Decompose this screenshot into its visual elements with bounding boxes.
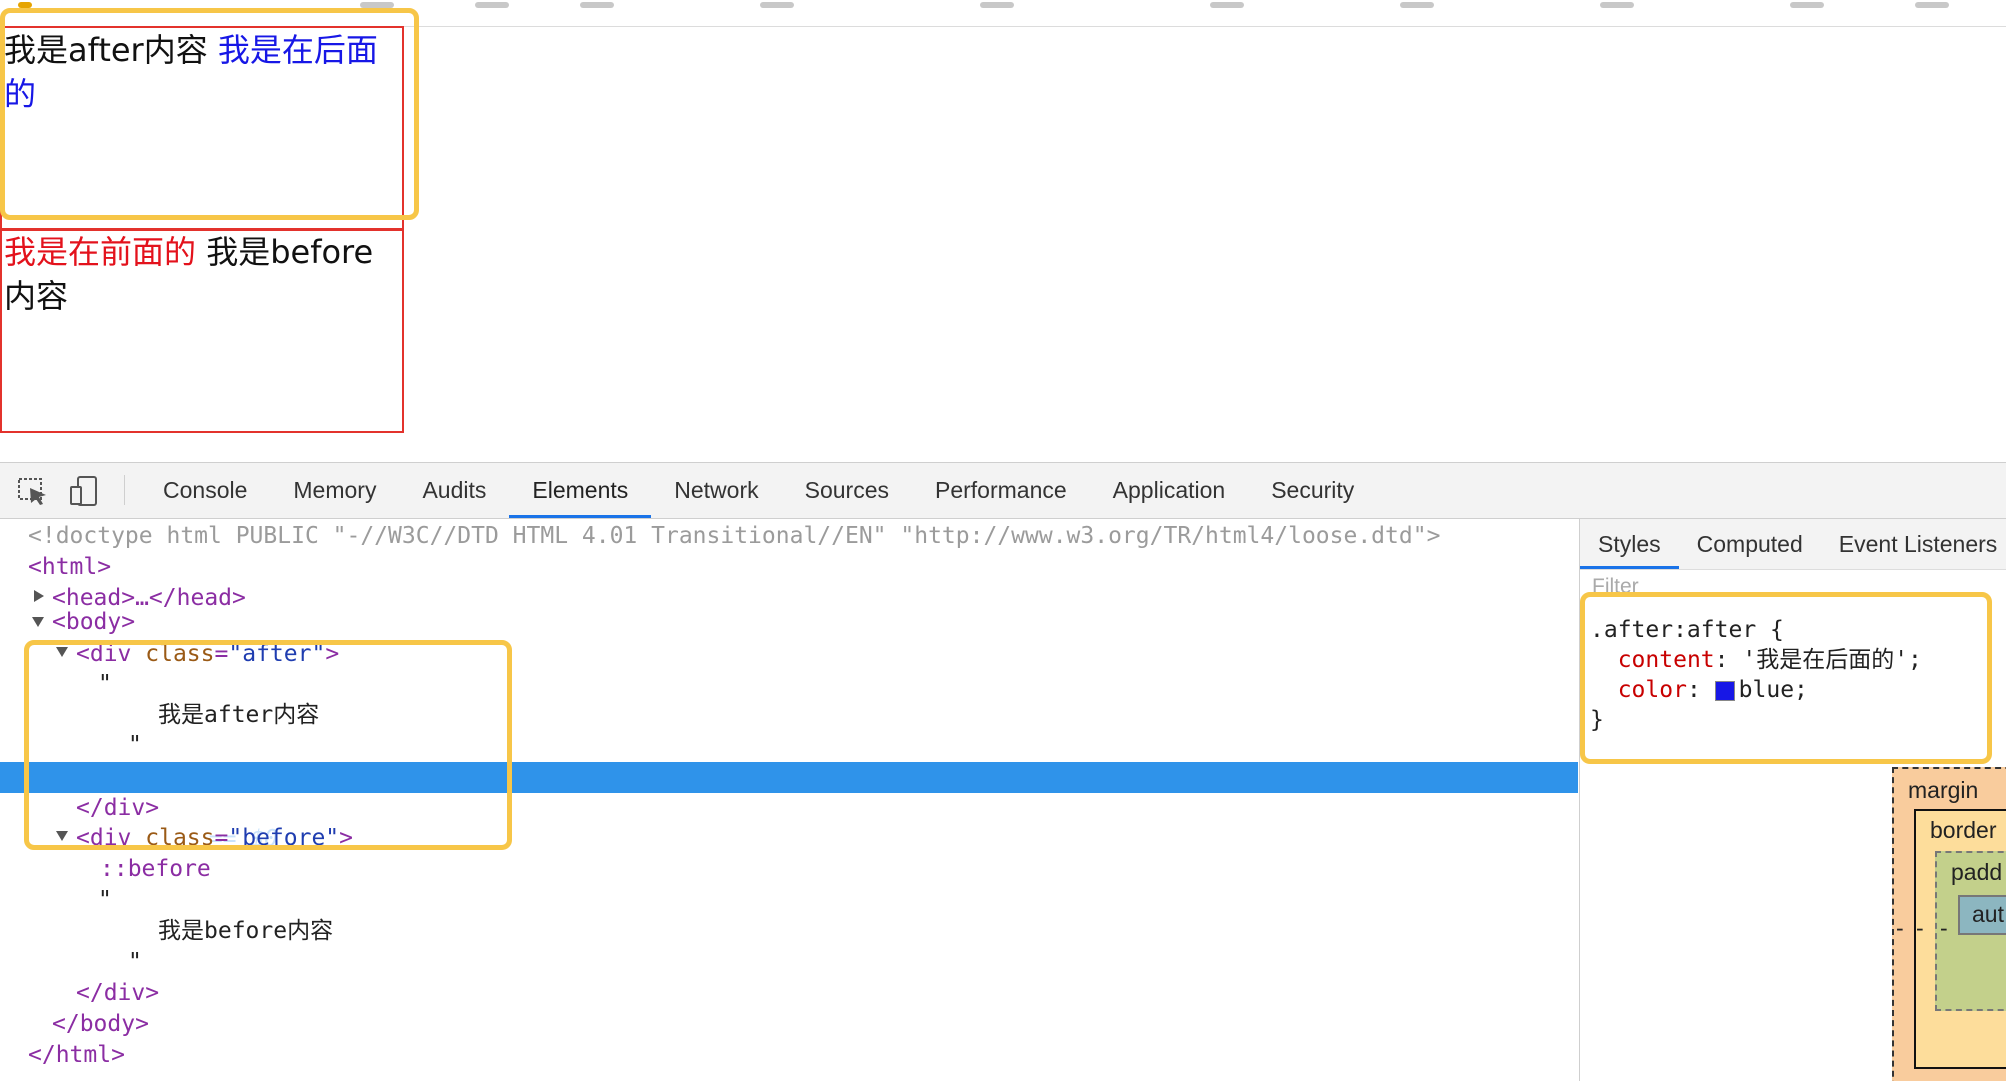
box-model-content-label: aut xyxy=(1972,901,2004,927)
dom-doctype-line[interactable]: <!doctype html PUBLIC "-//W3C//DTD HTML … xyxy=(28,521,1578,552)
bookmark-item[interactable] xyxy=(980,0,1014,10)
tab-performance[interactable]: Performance xyxy=(912,463,1090,518)
tab-computed[interactable]: Computed xyxy=(1679,519,1821,569)
bookmark-icon xyxy=(1790,2,1824,8)
dom-before-text-node[interactable]: 我是before内容 xyxy=(158,916,1578,947)
tab-memory[interactable]: Memory xyxy=(270,463,399,518)
bookmark-item[interactable] xyxy=(1210,0,1244,10)
bookmark-item[interactable] xyxy=(1600,0,1634,10)
tab-event-listeners[interactable]: Event Listeners xyxy=(1821,519,2006,569)
dom-quote-close-2: " xyxy=(128,949,142,975)
bookmark-icon xyxy=(1210,2,1244,8)
tab-audits[interactable]: Audits xyxy=(399,463,509,518)
tab-styles[interactable]: Styles xyxy=(1580,519,1679,569)
sidebar-tabs: Styles Computed Event Listeners xyxy=(1580,519,2006,570)
devtools-tabs: Console Memory Audits Elements Network S… xyxy=(140,463,1377,518)
dom-html-open-line[interactable]: <html> xyxy=(28,552,1578,583)
box-model-border-label: border xyxy=(1930,817,1997,843)
expand-head-icon[interactable] xyxy=(34,590,44,602)
before-demo-box: 我是在前面的 我是before内容 xyxy=(0,228,404,433)
box-model-margin-label: margin xyxy=(1908,777,1979,803)
before-demo-text: 我是在前面的 我是before内容 xyxy=(4,230,402,318)
tab-elements[interactable]: Elements xyxy=(509,463,652,518)
bookmark-item[interactable] xyxy=(1790,0,1824,10)
dom-quote-open-2: " xyxy=(98,887,112,913)
dom-before-pseudo-element[interactable]: ::before xyxy=(100,854,1578,885)
box-model-content[interactable]: aut xyxy=(1958,895,2006,935)
bookmark-icon xyxy=(980,2,1014,8)
bookmark-item[interactable] xyxy=(580,0,614,10)
device-toolbar-icon[interactable] xyxy=(68,475,102,507)
collapse-body-icon[interactable] xyxy=(32,617,44,627)
tab-security[interactable]: Security xyxy=(1248,463,1377,518)
dom-html-close[interactable]: </html> xyxy=(28,1040,1578,1071)
bookmark-icon xyxy=(580,2,614,8)
bookmark-icon xyxy=(760,2,794,8)
bookmark-icon xyxy=(1915,2,1949,8)
dom-div-before-close[interactable]: </div> xyxy=(76,978,1578,1009)
tab-application[interactable]: Application xyxy=(1090,463,1249,518)
bookmark-item[interactable] xyxy=(475,0,509,10)
highlight-after-box xyxy=(0,8,419,220)
box-model-padding-dash: - xyxy=(1940,915,1948,941)
box-model-border-dash: - xyxy=(1916,915,1924,941)
tab-console[interactable]: Console xyxy=(140,463,270,518)
dom-body-close[interactable]: </body> xyxy=(52,1009,1578,1040)
highlight-dom-after xyxy=(24,640,512,850)
tab-sources[interactable]: Sources xyxy=(782,463,912,518)
dom-body-open-line[interactable]: <body> xyxy=(52,607,1578,638)
devtools-toolbar: Console Memory Audits Elements Network S… xyxy=(0,463,2006,519)
box-model-margin-dash: - xyxy=(1896,915,1904,941)
tab-network[interactable]: Network xyxy=(651,463,781,518)
bookmark-icon xyxy=(1400,2,1434,8)
before-pseudo-text: 我是在前面的 xyxy=(4,233,197,271)
bookmark-icon xyxy=(1600,2,1634,8)
highlight-css-rule xyxy=(1580,592,1992,764)
bookmark-item[interactable] xyxy=(1915,0,1949,10)
box-model-padding-label: padd xyxy=(1951,859,2003,885)
bookmark-item[interactable] xyxy=(760,0,794,10)
bookmark-item[interactable] xyxy=(1400,0,1434,10)
bookmark-icon xyxy=(475,2,509,8)
toolbar-divider xyxy=(124,475,125,505)
inspect-element-icon[interactable] xyxy=(16,475,50,507)
